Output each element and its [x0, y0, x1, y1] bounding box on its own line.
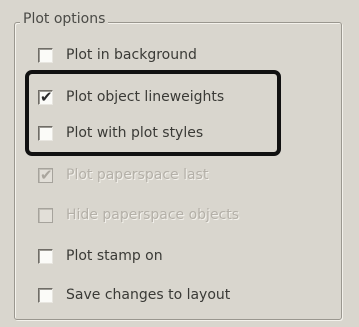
option-plot-stamp-on[interactable]: Plot stamp on — [38, 245, 163, 267]
option-hide-paperspace-objects[interactable]: Hide paperspace objects — [38, 204, 239, 226]
checkbox-plot-stamp-on[interactable] — [38, 248, 53, 264]
option-plot-paperspace-last[interactable]: ✔ Plot paperspace last — [38, 164, 208, 186]
option-label: Hide paperspace objects — [66, 207, 240, 223]
option-label: Save changes to layout — [66, 287, 231, 303]
checkbox-hide-paperspace-objects[interactable] — [38, 207, 53, 223]
option-label: Plot stamp on — [66, 248, 163, 264]
option-label: Plot in background — [66, 47, 197, 63]
checkmark-icon: ✔ — [40, 165, 53, 184]
checkbox-plot-in-background[interactable] — [38, 47, 53, 63]
option-plot-in-background[interactable]: Plot in background — [38, 44, 197, 66]
option-save-changes-to-layout[interactable]: Save changes to layout — [38, 284, 230, 306]
checkbox-plot-paperspace-last[interactable]: ✔ — [38, 165, 53, 184]
group-title: Plot options — [20, 10, 109, 28]
highlight-annotation-box — [25, 70, 281, 156]
checkbox-save-changes-to-layout[interactable] — [38, 287, 53, 303]
plot-options-panel: Plot options Plot in background ✔ Plot o… — [0, 0, 359, 327]
option-label: Plot paperspace last — [66, 167, 209, 183]
